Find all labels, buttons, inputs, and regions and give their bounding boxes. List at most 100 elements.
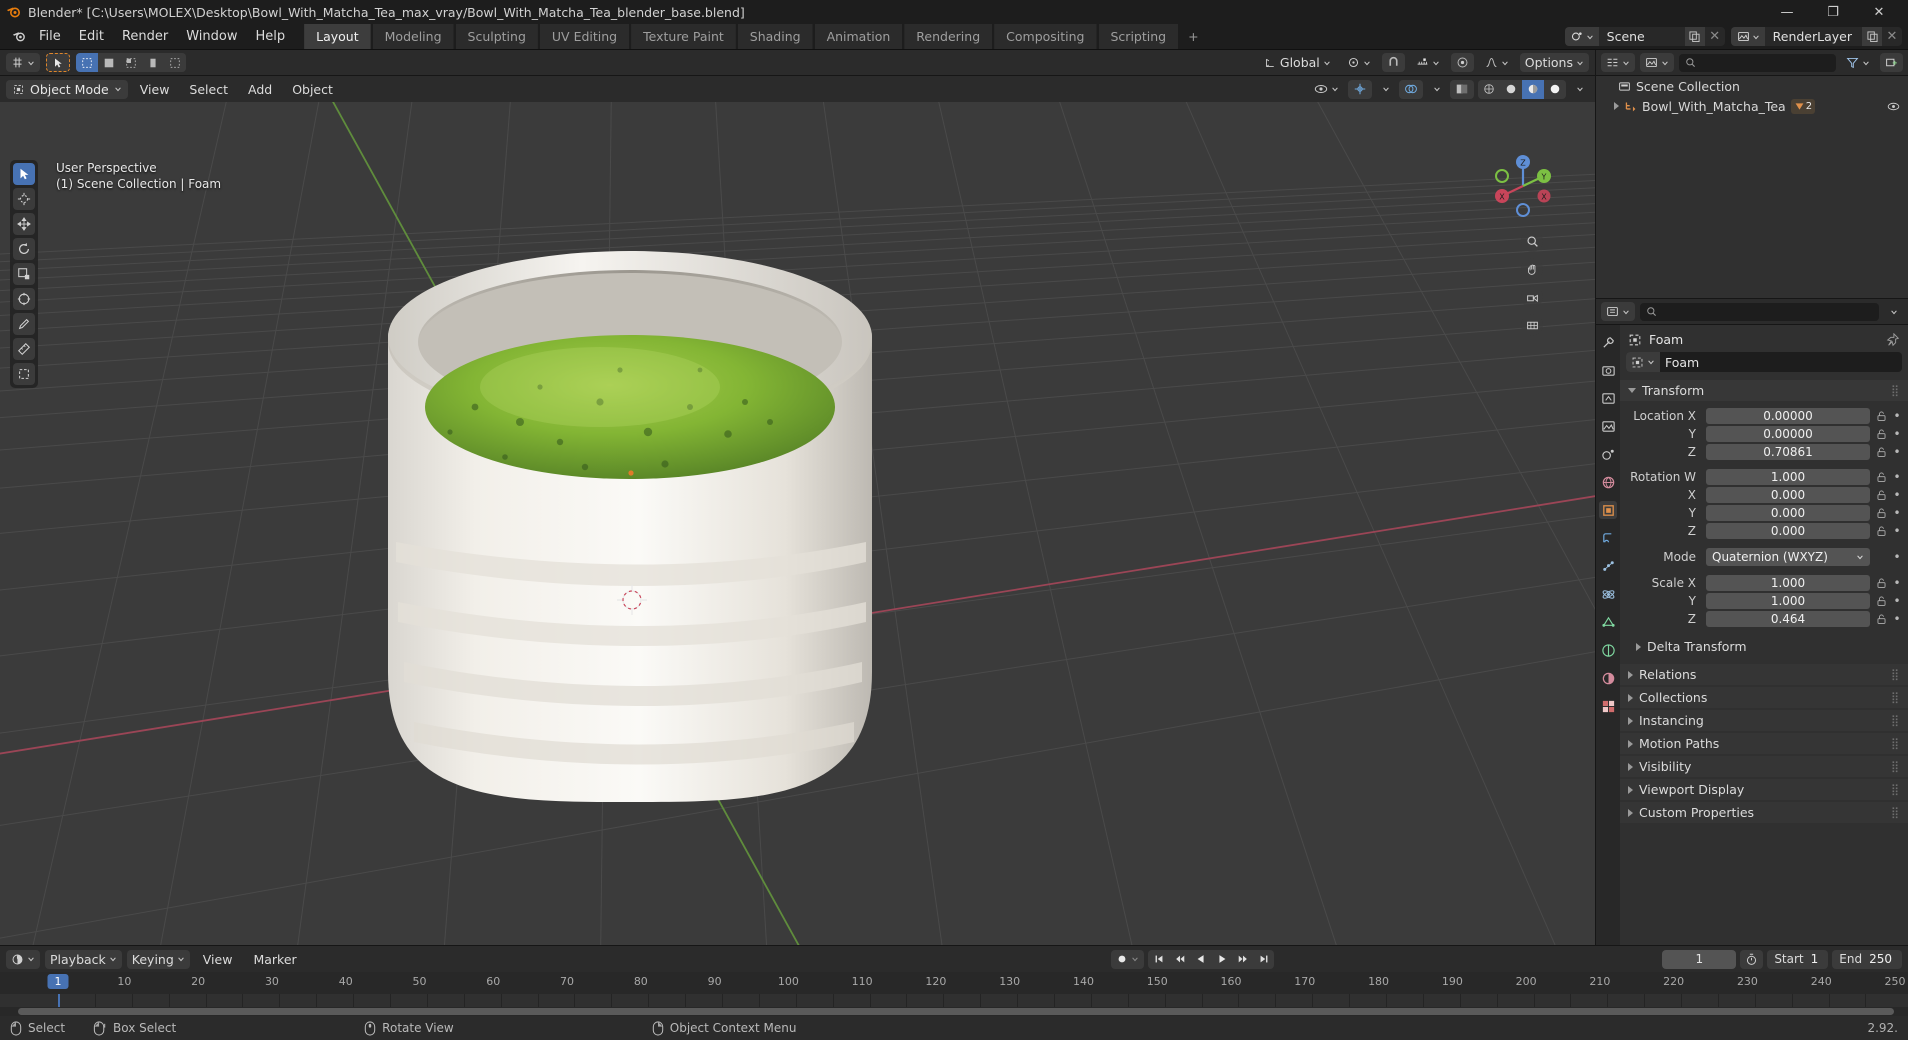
- field-rotation-mode[interactable]: Mode Quaternion (WXYZ) •: [1626, 548, 1902, 566]
- panel-drag-handle[interactable]: ⣿: [1891, 806, 1900, 819]
- tab-compositing[interactable]: Compositing: [994, 24, 1097, 49]
- play-reverse-button[interactable]: [1190, 950, 1211, 969]
- timeline-track[interactable]: [0, 994, 1908, 1008]
- outliner-new-collection-button[interactable]: [1880, 53, 1903, 72]
- remove-viewlayer-icon[interactable]: ✕: [1882, 27, 1902, 46]
- value-location-x[interactable]: 0.00000: [1706, 408, 1870, 424]
- snap-settings-selector[interactable]: [1411, 53, 1445, 72]
- value-rotation-y[interactable]: 0.000: [1706, 505, 1870, 521]
- timeline-editor[interactable]: Playback Keying View Marker 1 Start 1 En…: [0, 945, 1908, 1016]
- field-rotation-w[interactable]: Rotation W 1.000 •: [1626, 469, 1902, 485]
- viewport-3d[interactable]: Global Options Object Mode View Select A…: [0, 50, 1595, 945]
- properties-editor[interactable]: Foam Foam Transform ⣿ Location X 0.00000…: [1595, 298, 1908, 945]
- camera-view-icon[interactable]: [1521, 286, 1543, 308]
- tab-view-layer[interactable]: [1599, 417, 1617, 435]
- auto-keying-toggle[interactable]: [1111, 949, 1145, 969]
- navigation-gizmo[interactable]: Z Y X X: [1487, 150, 1559, 222]
- animate-dot-icon[interactable]: •: [1892, 427, 1902, 441]
- viewport-canvas[interactable]: User Perspective (1) Scene Collection | …: [0, 102, 1595, 945]
- play-button[interactable]: [1211, 950, 1232, 969]
- lock-icon[interactable]: [1874, 472, 1888, 483]
- tab-modifiers[interactable]: [1599, 529, 1617, 547]
- animate-dot-icon[interactable]: •: [1892, 470, 1902, 484]
- panel-viewport-display-header[interactable]: Viewport Display ⣿: [1620, 779, 1908, 800]
- select-extend-icon[interactable]: [98, 53, 120, 72]
- select-mode-group[interactable]: [76, 53, 186, 72]
- blender-menu-icon[interactable]: [8, 24, 30, 49]
- lock-icon[interactable]: [1874, 526, 1888, 537]
- proportional-edit-toggle[interactable]: [1450, 53, 1474, 72]
- value-location-y[interactable]: 0.00000: [1706, 426, 1870, 442]
- animate-dot-icon[interactable]: •: [1892, 506, 1902, 520]
- value-location-z[interactable]: 0.70861: [1706, 444, 1870, 460]
- toggle-ortho-icon[interactable]: [1521, 314, 1543, 336]
- tab-shading[interactable]: Shading: [737, 24, 813, 49]
- tool-annotate[interactable]: [13, 313, 35, 335]
- maximize-button[interactable]: ❐: [1810, 0, 1856, 24]
- value-rotation-x[interactable]: 0.000: [1706, 487, 1870, 503]
- tool-move[interactable]: [13, 213, 35, 235]
- jump-to-start-button[interactable]: [1148, 950, 1169, 969]
- tab-texture[interactable]: [1599, 697, 1617, 715]
- current-frame-field[interactable]: 1: [1662, 949, 1737, 969]
- panel-motion-paths-header[interactable]: Motion Paths ⣿: [1620, 733, 1908, 754]
- tab-rendering[interactable]: Rendering: [904, 24, 993, 49]
- interaction-mode-selector[interactable]: Object Mode: [6, 79, 128, 99]
- tab-scripting[interactable]: Scripting: [1098, 24, 1179, 49]
- jump-to-end-button[interactable]: [1253, 950, 1274, 969]
- panel-transform-header[interactable]: Transform ⣿: [1620, 380, 1908, 401]
- timeline-menu-view[interactable]: View: [195, 950, 241, 969]
- select-invert-icon[interactable]: [142, 53, 164, 72]
- zoom-icon[interactable]: [1521, 230, 1543, 252]
- tab-material[interactable]: [1599, 669, 1617, 687]
- new-viewlayer-icon[interactable]: [1862, 27, 1882, 46]
- select-intersect-icon[interactable]: [164, 53, 186, 72]
- animate-dot-icon[interactable]: •: [1892, 612, 1902, 626]
- animate-dot-icon[interactable]: •: [1892, 550, 1902, 564]
- tab-object[interactable]: [1599, 501, 1617, 519]
- menu-edit[interactable]: Edit: [70, 24, 113, 49]
- tool-measure[interactable]: [13, 338, 35, 360]
- viewlayer-selector[interactable]: RenderLayer ✕: [1730, 27, 1902, 46]
- viewport-options-button[interactable]: Options: [1519, 53, 1589, 72]
- transform-orientation-selector[interactable]: Global: [1259, 53, 1336, 72]
- panel-instancing-header[interactable]: Instancing ⣿: [1620, 710, 1908, 731]
- outliner-display-mode-selector[interactable]: [1640, 53, 1674, 72]
- animate-dot-icon[interactable]: •: [1892, 445, 1902, 459]
- animate-dot-icon[interactable]: •: [1892, 576, 1902, 590]
- add-workspace-button[interactable]: +: [1180, 24, 1206, 49]
- tab-uv-editing[interactable]: UV Editing: [539, 24, 630, 49]
- animate-dot-icon[interactable]: •: [1892, 524, 1902, 538]
- value-scale-y[interactable]: 1.000: [1706, 593, 1870, 609]
- timeline-scrollbar[interactable]: [0, 1007, 1908, 1016]
- end-frame-field[interactable]: End 250: [1832, 949, 1902, 969]
- panel-drag-handle[interactable]: ⣿: [1891, 384, 1900, 397]
- panel-drag-handle[interactable]: ⣿: [1891, 783, 1900, 796]
- viewport-menu-object[interactable]: Object: [284, 80, 341, 99]
- object-name-field[interactable]: Foam: [1626, 352, 1902, 372]
- tab-world[interactable]: [1599, 473, 1617, 491]
- field-rotation-y[interactable]: Y 0.000 •: [1626, 505, 1902, 521]
- outliner-row-scene-collection[interactable]: Scene Collection: [1596, 76, 1908, 96]
- lock-icon[interactable]: [1874, 490, 1888, 501]
- shading-material-icon[interactable]: [1522, 79, 1544, 99]
- tab-modeling[interactable]: Modeling: [372, 24, 454, 49]
- tab-animation[interactable]: Animation: [814, 24, 903, 49]
- viewport-menu-view[interactable]: View: [132, 80, 178, 99]
- tab-particles[interactable]: [1599, 557, 1617, 575]
- shading-rendered-icon[interactable]: [1544, 79, 1566, 99]
- viewport-menu-select[interactable]: Select: [181, 80, 236, 99]
- outliner-filter-button[interactable]: [1841, 53, 1875, 72]
- panel-visibility-header[interactable]: Visibility ⣿: [1620, 756, 1908, 777]
- new-scene-icon[interactable]: [1684, 27, 1705, 46]
- minimize-button[interactable]: —: [1764, 0, 1810, 24]
- properties-editor-type-selector[interactable]: [1601, 302, 1635, 321]
- animate-dot-icon[interactable]: •: [1892, 594, 1902, 608]
- timeline-menu-keying[interactable]: Keying: [126, 949, 190, 969]
- field-scale-z[interactable]: Z 0.464 •: [1626, 611, 1902, 627]
- lock-icon[interactable]: [1874, 411, 1888, 422]
- snap-magnet-toggle[interactable]: [1381, 53, 1405, 72]
- next-keyframe-button[interactable]: [1232, 950, 1253, 969]
- scene-selector[interactable]: Scene ✕: [1564, 27, 1725, 46]
- expand-arrow-icon[interactable]: [1614, 102, 1619, 110]
